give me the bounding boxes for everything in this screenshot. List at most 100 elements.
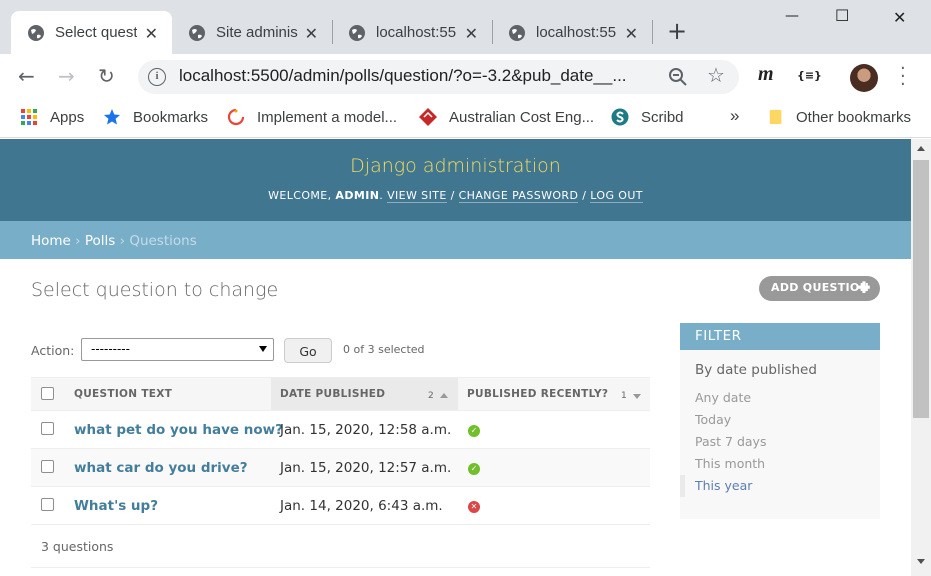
globe-icon (509, 24, 525, 41)
bookmark-label: Bookmarks (133, 108, 209, 126)
scroll-up-icon[interactable] (917, 146, 925, 151)
filter-option-this-year[interactable]: This year (680, 475, 880, 497)
admin-header: Django administration WELCOME, ADMIN. VI… (0, 139, 911, 221)
breadcrumb-home[interactable]: Home (31, 233, 71, 249)
close-tab-icon[interactable]: ✕ (145, 24, 158, 43)
bookmark-star-icon[interactable]: ☆ (707, 63, 725, 87)
reload-icon[interactable]: ↻ (98, 64, 115, 88)
tab-site-admin[interactable]: Site adminis ✕ (172, 11, 332, 54)
breadcrumb-current: Questions (129, 233, 197, 249)
profile-avatar[interactable] (850, 64, 878, 92)
selection-counter: 0 of 3 selected (343, 343, 425, 356)
question-link[interactable]: what pet do you have now? (74, 422, 283, 438)
welcome-text: WELCOME, (268, 189, 336, 202)
divider (31, 567, 650, 568)
info-icon[interactable]: i (148, 68, 166, 86)
site-branding[interactable]: Django administration (0, 155, 911, 177)
add-question-label: ADD QUESTION (771, 281, 870, 294)
filter-options: Any date Today Past 7 days This month Th… (680, 387, 880, 497)
bookmark-other[interactable]: Other bookmarks (768, 108, 911, 126)
close-tab-icon[interactable]: ✕ (625, 24, 638, 43)
date-published: Jan. 15, 2020, 12:58 a.m. (280, 422, 452, 438)
question-link[interactable]: what car do you drive? (74, 460, 248, 476)
scrollbar-thumb[interactable] (913, 160, 929, 418)
date-published: Jan. 14, 2020, 6:43 a.m. (280, 498, 443, 514)
address-bar[interactable]: i localhost:5500/admin/polls/question/?o… (138, 60, 739, 94)
bookmarks-overflow-button[interactable]: » (730, 106, 739, 126)
filter-option-any-date[interactable]: Any date (680, 387, 880, 409)
link-separator: / (446, 189, 459, 202)
breadcrumb-separator: › (70, 233, 85, 249)
row-checkbox[interactable] (41, 460, 54, 473)
json-viewer-icon[interactable]: {≡} (797, 69, 822, 82)
filter-option-today[interactable]: Today (680, 409, 880, 431)
bookmark-label: Apps (50, 108, 85, 126)
vertical-scrollbar[interactable] (911, 139, 931, 576)
apps-icon (21, 109, 37, 125)
bookmark-apps[interactable]: Apps (20, 108, 84, 126)
zoom-out-icon[interactable] (668, 67, 688, 87)
filter-panel: FILTER By date published Any date Today … (680, 323, 880, 519)
date-published: Jan. 15, 2020, 12:57 a.m. (280, 460, 452, 476)
tab-localhost-2[interactable]: localhost:55 ✕ (492, 11, 652, 54)
add-question-button[interactable]: ADD QUESTION ✚ (759, 276, 880, 301)
go-button[interactable]: Go (284, 338, 332, 363)
back-icon[interactable]: ← (18, 64, 35, 88)
bookmark-label: Implement a model... (257, 108, 398, 126)
welcome-period: . (379, 189, 388, 202)
filter-subheading: By date published (695, 362, 817, 378)
sort-descending-icon[interactable] (633, 394, 641, 399)
url-text[interactable]: localhost:5500/admin/polls/question/?o=-… (179, 66, 659, 86)
change-password-link[interactable]: CHANGE PASSWORD (458, 189, 579, 203)
extension-m-icon[interactable]: m (758, 63, 774, 86)
globe-icon (189, 24, 205, 41)
action-select-value: --------- (91, 342, 130, 356)
sort-priority: 1 (621, 391, 627, 401)
breadcrumb-separator: › (115, 233, 130, 249)
close-window-button[interactable]: ✕ (893, 8, 906, 27)
new-tab-button[interactable]: + (667, 18, 687, 44)
scroll-down-icon[interactable] (917, 559, 925, 564)
bookmark-scribd[interactable]: Scribd (611, 108, 684, 126)
bookmark-australian-cost[interactable]: Australian Cost Eng... (419, 108, 594, 126)
question-link[interactable]: What's up? (74, 498, 158, 514)
browser-tab-strip: Select quest ✕ Site adminis ✕ localhost:… (0, 0, 931, 54)
column-question-text[interactable]: QUESTION TEXT (74, 388, 172, 400)
filter-option-this-month[interactable]: This month (680, 453, 880, 475)
check-icon: ✓ (468, 425, 480, 437)
tab-title: Select quest (55, 24, 137, 41)
column-date-published[interactable]: DATE PUBLISHED (280, 388, 385, 400)
row-checkbox[interactable] (41, 498, 54, 511)
forward-icon[interactable]: → (58, 64, 75, 88)
tab-separator (652, 20, 653, 44)
sort-priority: 2 (428, 391, 434, 401)
maximize-button[interactable]: ☐ (835, 6, 849, 25)
log-out-link[interactable]: LOG OUT (590, 189, 643, 203)
bookmark-implement-model[interactable]: Implement a model... (227, 108, 397, 126)
bookmark-bookmarks[interactable]: Bookmarks (103, 108, 208, 126)
row-checkbox[interactable] (41, 422, 54, 435)
star-icon (104, 109, 120, 125)
minimize-button[interactable]: — (785, 8, 799, 24)
link-separator: / (578, 189, 591, 202)
view-site-link[interactable]: VIEW SITE (387, 189, 447, 203)
close-tab-icon[interactable]: ✕ (465, 24, 478, 43)
page-title: Select question to change (31, 279, 279, 301)
user-tools: WELCOME, ADMIN. VIEW SITE / CHANGE PASSW… (0, 189, 911, 203)
table-header: QUESTION TEXT DATE PUBLISHED 2 PUBLISHED… (31, 377, 650, 411)
breadcrumb: Home › Polls › Questions (0, 221, 911, 259)
username: ADMIN (335, 189, 380, 202)
sort-ascending-icon[interactable] (440, 393, 448, 398)
table-row: What's up? Jan. 14, 2020, 6:43 a.m. ✕ (31, 487, 650, 525)
tab-select-question[interactable]: Select quest ✕ (11, 11, 172, 54)
browser-menu-icon[interactable]: · · · (900, 60, 906, 94)
column-published-recently[interactable]: PUBLISHED RECENTLY? (467, 388, 608, 400)
breadcrumb-polls[interactable]: Polls (85, 233, 115, 249)
select-all-checkbox[interactable] (41, 387, 54, 400)
close-tab-icon[interactable]: ✕ (305, 24, 318, 43)
action-select[interactable]: --------- (81, 338, 274, 361)
filter-option-past-7-days[interactable]: Past 7 days (680, 431, 880, 453)
tab-title: localhost:55 (536, 24, 617, 41)
tab-localhost-1[interactable]: localhost:55 ✕ (332, 11, 492, 54)
table-row: what pet do you have now? Jan. 15, 2020,… (31, 411, 650, 449)
